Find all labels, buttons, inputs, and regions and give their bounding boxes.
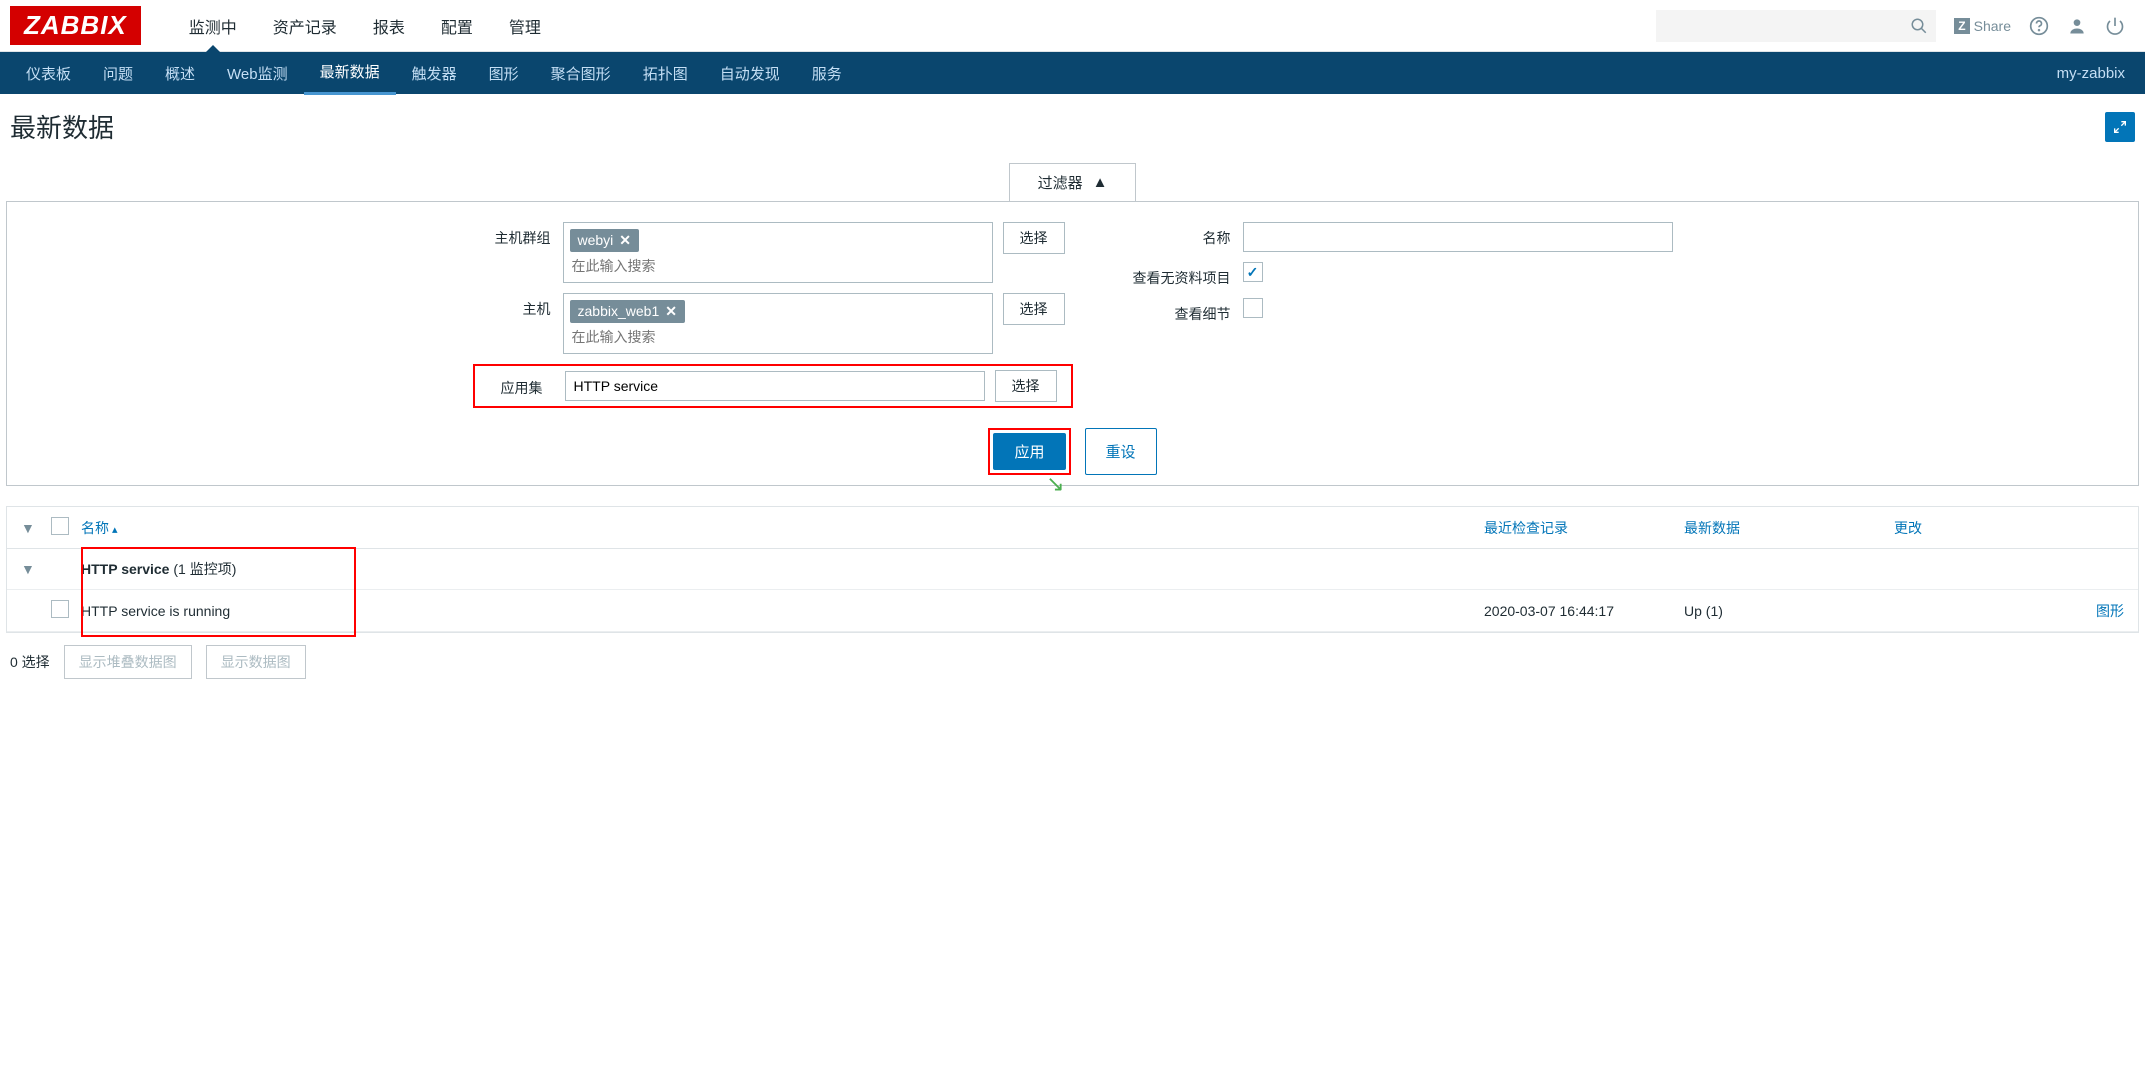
col-header-name[interactable]: 名称 bbox=[81, 518, 1484, 538]
triangle-up-icon: ▲ bbox=[1093, 174, 1108, 191]
show-details-checkbox[interactable] bbox=[1243, 298, 1263, 318]
name-input[interactable] bbox=[1243, 222, 1673, 252]
apply-button[interactable]: 应用 bbox=[993, 433, 1065, 470]
table-group-row: ▼ HTTP service (1 监控项) bbox=[7, 549, 2138, 590]
menu-inventory[interactable]: 资产记录 bbox=[255, 0, 355, 52]
subnav-dashboard[interactable]: 仪表板 bbox=[10, 53, 87, 94]
label-host: 主机 bbox=[473, 293, 563, 319]
host-group-select[interactable]: webyi✕ bbox=[563, 222, 993, 283]
subnav-triggers[interactable]: 触发器 bbox=[396, 53, 473, 94]
search-icon bbox=[1910, 17, 1928, 35]
field-show-details: 查看细节 bbox=[1073, 298, 1673, 324]
field-host: 主机 zabbix_web1✕ 选择 bbox=[473, 293, 1073, 354]
label-show-empty: 查看无资料项目 bbox=[1073, 262, 1243, 288]
item-latest-value: Up (1) bbox=[1684, 603, 1894, 619]
filter-panel: 主机群组 webyi✕ 选择 主机 zab bbox=[6, 201, 2139, 486]
subnav-graphs[interactable]: 图形 bbox=[473, 53, 535, 94]
graph-link[interactable]: 图形 bbox=[2096, 603, 2124, 619]
host-select[interactable]: zabbix_web1✕ bbox=[563, 293, 993, 354]
top-nav: ZABBIX 监测中 资产记录 报表 配置 管理 Z Share bbox=[0, 0, 2145, 52]
col-header-change[interactable]: 更改 bbox=[1894, 518, 2054, 538]
row-checkbox[interactable] bbox=[51, 600, 69, 618]
application-input[interactable] bbox=[565, 371, 985, 401]
host-group-input[interactable] bbox=[568, 254, 988, 278]
subnav-overview[interactable]: 概述 bbox=[149, 53, 211, 94]
filter-tab[interactable]: 过滤器 ▲ bbox=[1009, 163, 1137, 201]
field-application: 应用集 选择 bbox=[473, 364, 1073, 408]
menu-configuration[interactable]: 配置 bbox=[423, 0, 491, 52]
subnav-hostname: my-zabbix bbox=[2057, 65, 2135, 82]
label-show-details: 查看细节 bbox=[1073, 298, 1243, 324]
subnav-services[interactable]: 服务 bbox=[796, 53, 858, 94]
col-header-latest[interactable]: 最新数据 bbox=[1684, 518, 1894, 538]
top-right: Z Share bbox=[1656, 10, 2135, 42]
subnav-maps[interactable]: 拓扑图 bbox=[627, 53, 704, 94]
help-icon[interactable] bbox=[2029, 16, 2049, 36]
group-name: HTTP service bbox=[81, 561, 169, 577]
page-title: 最新数据 bbox=[10, 108, 114, 145]
host-tag[interactable]: zabbix_web1✕ bbox=[570, 300, 685, 323]
host-select-button[interactable]: 选择 bbox=[1003, 293, 1065, 325]
expand-group-toggle[interactable]: ▼ bbox=[21, 561, 51, 577]
subnav-discovery[interactable]: 自动发现 bbox=[704, 53, 796, 94]
item-check-time: 2020-03-07 16:44:17 bbox=[1484, 603, 1684, 619]
label-application: 应用集 bbox=[479, 374, 555, 398]
group-item-count: (1 监控项) bbox=[173, 561, 236, 577]
subnav-screens[interactable]: 聚合图形 bbox=[535, 53, 627, 94]
table-header: ▼ 名称 最近检查记录 最新数据 更改 bbox=[7, 507, 2138, 549]
z-icon: Z bbox=[1954, 18, 1969, 34]
fullscreen-button[interactable] bbox=[2105, 112, 2135, 142]
stacked-graph-button[interactable]: 显示堆叠数据图 bbox=[64, 645, 192, 679]
power-icon[interactable] bbox=[2105, 16, 2125, 36]
sub-nav: 仪表板 问题 概述 Web监测 最新数据 触发器 图形 聚合图形 拓扑图 自动发… bbox=[0, 52, 2145, 94]
data-graph-button[interactable]: 显示数据图 bbox=[206, 645, 306, 679]
fullscreen-icon bbox=[2112, 119, 2128, 135]
page-header: 最新数据 bbox=[0, 94, 2145, 163]
host-input[interactable] bbox=[568, 325, 988, 349]
close-icon[interactable]: ✕ bbox=[619, 232, 631, 248]
application-select-button[interactable]: 选择 bbox=[995, 370, 1057, 402]
subnav-problems[interactable]: 问题 bbox=[87, 53, 149, 94]
subnav-latest-data[interactable]: 最新数据 bbox=[304, 51, 396, 95]
col-header-check-time[interactable]: 最近检查记录 bbox=[1484, 518, 1684, 538]
menu-reports[interactable]: 报表 bbox=[355, 0, 423, 52]
label-host-group: 主机群组 bbox=[473, 222, 563, 248]
user-icon[interactable] bbox=[2067, 16, 2087, 36]
select-all-checkbox[interactable] bbox=[51, 517, 69, 535]
host-group-tag[interactable]: webyi✕ bbox=[570, 229, 640, 252]
close-icon[interactable]: ✕ bbox=[665, 303, 677, 319]
reset-button[interactable]: 重设 bbox=[1085, 428, 1157, 475]
field-host-group: 主机群组 webyi✕ 选择 bbox=[473, 222, 1073, 283]
table-footer: 0 选择 显示堆叠数据图 显示数据图 bbox=[0, 633, 2145, 691]
item-name: HTTP service is running bbox=[81, 603, 1484, 619]
share-link[interactable]: Z Share bbox=[1954, 18, 2011, 34]
host-group-select-button[interactable]: 选择 bbox=[1003, 222, 1065, 254]
field-name: 名称 bbox=[1073, 222, 1673, 252]
menu-administration[interactable]: 管理 bbox=[491, 0, 559, 52]
table-row: HTTP service is running 2020-03-07 16:44… bbox=[7, 590, 2138, 632]
menu-monitoring[interactable]: 监测中 bbox=[171, 0, 255, 52]
show-empty-checkbox[interactable] bbox=[1243, 262, 1263, 282]
selected-count: 0 选择 bbox=[10, 652, 50, 672]
logo[interactable]: ZABBIX bbox=[10, 6, 141, 45]
cursor-arrow-icon: ↘ bbox=[1046, 471, 1064, 497]
main-menu: 监测中 资产记录 报表 配置 管理 bbox=[171, 0, 1657, 52]
search-box[interactable] bbox=[1656, 10, 1936, 42]
data-table: ▼ 名称 最近检查记录 最新数据 更改 ▼ HTTP service (1 监控… bbox=[6, 506, 2139, 633]
expand-all-toggle[interactable]: ▼ bbox=[21, 520, 51, 536]
filter-tab-row: 过滤器 ▲ bbox=[0, 163, 2145, 201]
subnav-web[interactable]: Web监测 bbox=[211, 53, 304, 94]
field-show-empty: 查看无资料项目 bbox=[1073, 262, 1673, 288]
filter-buttons: 应用 ↘ 重设 bbox=[7, 418, 2138, 475]
label-name: 名称 bbox=[1073, 222, 1243, 248]
